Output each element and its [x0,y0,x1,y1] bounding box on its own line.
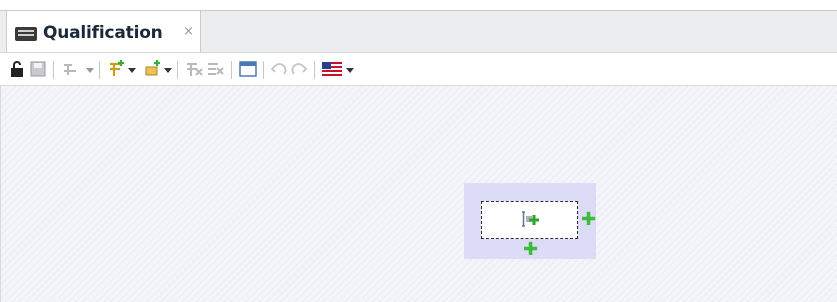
add-right-icon[interactable]: ✚ [581,211,596,229]
editor-icon [15,27,37,41]
toolbar-separator [53,61,54,79]
add-node-icon[interactable] [144,60,162,78]
diagram-node[interactable] [481,201,578,239]
toolbar [0,52,837,86]
editor-tab-bar: Qualification ⨯ [0,10,837,53]
diagram-canvas[interactable]: ✚ ✚ [0,86,837,302]
delete-connection-icon[interactable] [185,60,205,78]
us-flag-icon[interactable] [322,62,342,76]
chevron-down-icon[interactable] [164,68,172,73]
toolbar-separator [314,61,315,79]
add-below-icon[interactable]: ✚ [523,241,538,259]
save-icon[interactable] [30,60,46,78]
close-icon[interactable]: ⨯ [183,24,194,39]
unlock-icon[interactable] [10,60,24,78]
add-connection-icon[interactable] [108,60,126,78]
add-cursor-icon [522,211,539,227]
chevron-down-icon[interactable] [86,68,94,73]
redo-icon[interactable] [290,60,308,78]
chevron-down-icon[interactable] [346,68,354,73]
toolbar-separator [99,61,100,79]
tab-title: Qualification [43,23,163,43]
tab-qualification[interactable]: Qualification ⨯ [6,11,201,53]
chevron-down-icon[interactable] [128,68,136,73]
connection-icon[interactable] [62,60,82,78]
delete-node-icon[interactable] [206,60,226,78]
undo-icon[interactable] [270,60,288,78]
toolbar-separator [231,61,232,79]
toolbar-separator [177,61,178,79]
selection-area: ✚ ✚ [464,183,596,259]
window-icon[interactable] [239,60,257,78]
toolbar-separator [263,61,264,79]
